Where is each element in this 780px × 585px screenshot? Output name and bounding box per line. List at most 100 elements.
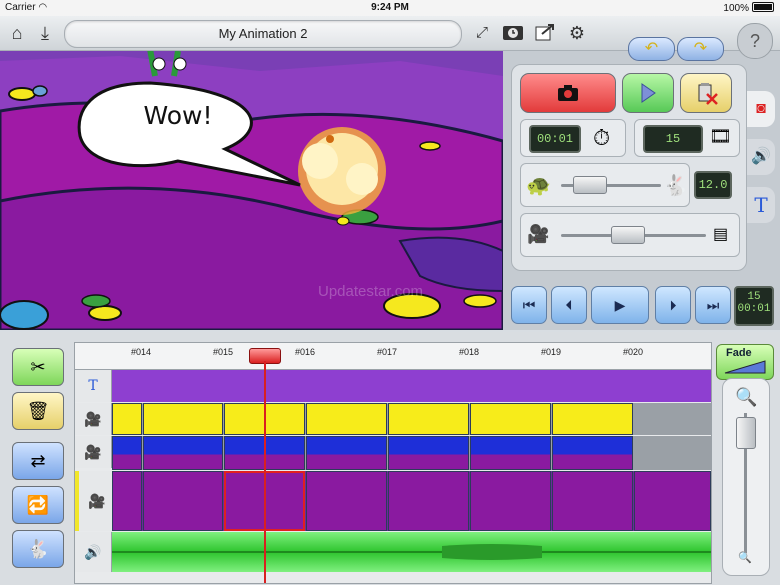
step-forward-icon: ⏵ (669, 297, 677, 313)
frame-count-box: 15 🎞 (634, 119, 740, 157)
overlay-track[interactable] (112, 403, 711, 435)
help-button[interactable]: ? (737, 23, 773, 59)
trash-delete-icon (693, 80, 719, 111)
zoom-in-icon[interactable]: 🔍 (735, 387, 757, 408)
audio-track-icon[interactable]: 🔊 (75, 532, 112, 572)
overlay-frame[interactable] (388, 403, 469, 435)
zoom-out-icon[interactable]: 🔍 (738, 551, 752, 564)
ruler-label: #015 (213, 347, 234, 357)
main-track-icon[interactable]: 🎥 (75, 471, 116, 531)
main-frames-track[interactable] (112, 471, 711, 531)
fullscreen-icon[interactable]: ⤢ (470, 22, 494, 44)
background-track-icon[interactable]: 🎥 (75, 436, 112, 468)
overlay-frame[interactable] (143, 403, 223, 435)
home-icon[interactable]: ⌂ (5, 22, 29, 44)
overlay-frame[interactable] (112, 403, 142, 435)
fade-label: Fade (726, 347, 752, 359)
main-frame[interactable] (388, 471, 469, 531)
speaker-tab-icon: 🔊 (751, 148, 771, 165)
delete-frame-button[interactable] (680, 73, 732, 113)
overlay-frame[interactable] (470, 403, 551, 435)
swap-frames-button[interactable]: ⇄ (12, 442, 64, 480)
delete-selection-button[interactable]: 🗑 (12, 392, 64, 430)
jump-to-start-button[interactable]: ⏮ (511, 286, 547, 324)
background-frame[interactable] (388, 436, 469, 470)
main-frame[interactable] (470, 471, 551, 531)
zoom-slider-knob[interactable] (736, 417, 756, 449)
settings-gear-icon[interactable]: ⚙ (565, 22, 589, 44)
trash-icon: 🗑 (26, 401, 50, 421)
main-frame[interactable] (552, 471, 633, 531)
camera-tab-icon: ◙ (756, 100, 766, 117)
overlay-frame[interactable] (552, 403, 633, 435)
current-frame-number: 15 (747, 291, 761, 303)
ruler-label: #018 (459, 347, 480, 357)
tab-camera[interactable]: ◙ (747, 91, 775, 127)
ruler-label: #017 (377, 347, 398, 357)
zoom-panel: 🔍 🔍 (722, 378, 770, 576)
step-forward-button[interactable]: ⏵ (655, 286, 691, 324)
project-title[interactable]: My Animation 2 (64, 20, 462, 48)
capture-settings-panel: 00:01 ⏱ 15 🎞 🐢 🐇 12.0 🎥 ▤ (511, 64, 747, 271)
overlay-track-icon[interactable]: 🎥 (75, 403, 112, 435)
skip-end-icon: ⏭ (706, 297, 720, 313)
loop-icon: 🔁 (26, 495, 50, 515)
film-frame-icon: ▤ (713, 226, 729, 243)
text-track-icon[interactable]: T (75, 370, 112, 402)
speech-bubble-text[interactable]: Wow! (118, 101, 238, 130)
tab-text[interactable]: T (747, 187, 775, 223)
battery-indicator: 100% (723, 2, 774, 14)
loop-button[interactable]: 🔁 (12, 486, 64, 524)
frame-position-display: 15 00:01 (734, 286, 774, 326)
timeline[interactable]: #014 #015 #016 #017 #018 #019 #020 T 🎥 🎥 (74, 342, 712, 584)
overlay-frame[interactable] (306, 403, 387, 435)
background-frame[interactable] (143, 436, 223, 470)
main-frame[interactable] (306, 471, 387, 531)
undo-button[interactable]: ↶ (628, 37, 675, 61)
movie-camera-icon: 🎥 (527, 224, 550, 244)
background-track[interactable] (112, 436, 711, 470)
play-button[interactable]: ▶ (591, 286, 649, 324)
scissors-icon: ✂ (30, 357, 46, 377)
redo-arrow-icon: ↷ (693, 40, 708, 57)
timeline-ruler[interactable]: #014 #015 #016 #017 #018 #019 #020 (75, 343, 711, 370)
fade-button[interactable]: Fade (716, 344, 774, 380)
jump-to-end-button[interactable]: ⏭ (695, 286, 731, 324)
redo-button[interactable]: ↷ (677, 37, 724, 61)
fps-slider-box: 🐢 🐇 (520, 163, 690, 207)
text-track[interactable] (112, 370, 711, 402)
current-frame-time: 00:01 (737, 303, 771, 315)
scene-artwork (0, 51, 503, 330)
clock: 9:24 PM (371, 2, 409, 13)
preview-play-button[interactable] (622, 73, 674, 113)
camera-icon (557, 84, 579, 107)
cut-scissors-button[interactable]: ✂ (12, 348, 64, 386)
undo-arrow-icon: ↶ (644, 40, 659, 57)
record-frame-button[interactable] (520, 73, 616, 113)
elapsed-time-display: 00:01 (529, 125, 581, 153)
background-frame[interactable] (552, 436, 633, 470)
camera-timer-icon[interactable] (501, 22, 525, 44)
save-download-icon[interactable]: ⤓ (33, 22, 57, 44)
tab-sound[interactable]: 🔊 (747, 139, 775, 175)
frame-count-display: 15 (643, 125, 703, 153)
stopwatch-icon: ⏱ (593, 125, 611, 150)
main-frame[interactable] (112, 471, 142, 531)
animation-canvas[interactable]: Wow! Updatestar.com (0, 51, 503, 330)
speed-rabbit-button[interactable]: 🐇 (12, 530, 64, 568)
capture-control-panel: ↶ ↷ ? 00:01 ⏱ 15 🎞 🐢 🐇 12.0 🎥 ▤ ◙ 🔊 T ⏮ … (503, 23, 780, 330)
playhead-line (264, 361, 266, 583)
ruler-label: #019 (541, 347, 562, 357)
main-frame[interactable] (634, 471, 711, 531)
export-icon[interactable] (533, 22, 557, 44)
status-bar: Carrier ◠ 9:24 PM 100% (0, 0, 780, 16)
background-frame[interactable] (112, 436, 142, 470)
background-frame[interactable] (306, 436, 387, 470)
step-back-button[interactable]: ⏴ (551, 286, 587, 324)
onion-skin-slider-knob[interactable] (611, 226, 645, 244)
fps-slider-knob[interactable] (573, 176, 607, 194)
audio-track[interactable] (112, 532, 711, 572)
turtle-slow-icon: 🐢 (526, 175, 551, 197)
main-frame[interactable] (143, 471, 223, 531)
background-frame[interactable] (470, 436, 551, 470)
